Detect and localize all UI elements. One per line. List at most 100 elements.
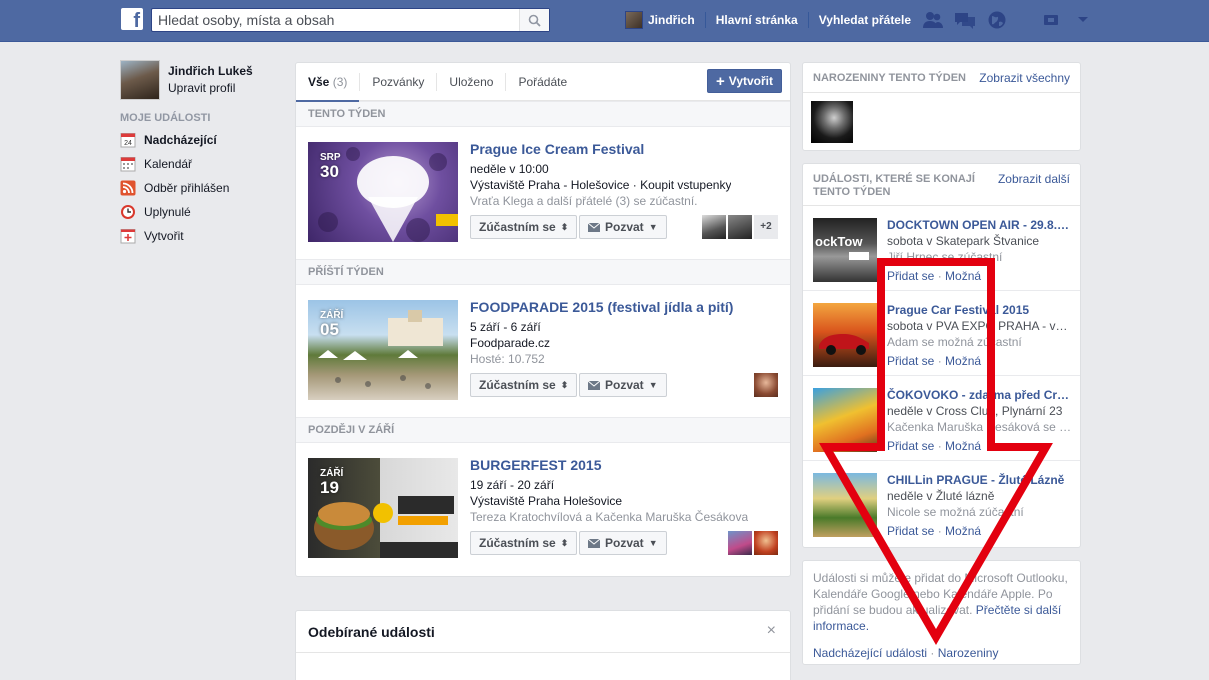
maybe-link[interactable]: Možná: [945, 354, 981, 368]
notifications-globe-icon[interactable]: [986, 9, 1008, 31]
friends-going: +2: [702, 215, 778, 239]
section-heading-next-week: PŘÍŠTÍ TÝDEN: [296, 259, 790, 285]
updown-caret-icon: ⬍: [560, 537, 569, 548]
tab-invitations[interactable]: Pozvánky: [360, 63, 436, 100]
going-button[interactable]: Zúčastním se ⬍: [470, 531, 578, 555]
event-location: Výstaviště Praha Holešovice: [470, 494, 623, 508]
sidebar-item-label: Vytvořit: [144, 229, 184, 243]
event-title[interactable]: FOODPARADE 2015 (festival jídla a pití): [470, 299, 733, 315]
profile-picture[interactable]: [120, 60, 160, 100]
calendar-export-info: Události si můžete přidat do Microsoft O…: [802, 560, 1081, 665]
event-image[interactable]: ZÁŘÍ 05: [308, 300, 458, 400]
account-menu-chevron-icon[interactable]: [1072, 9, 1094, 31]
event-actions: Přidat se · Možná: [887, 269, 982, 283]
event-title[interactable]: Prague Car Festival 2015: [887, 303, 1073, 317]
friend-avatar[interactable]: [728, 215, 752, 239]
events-this-week-card: UDÁLOSTI, KTERÉ SE KONAJÍ TENTO TÝDEN Zo…: [802, 163, 1081, 548]
calendar-day-icon: 24: [120, 133, 136, 148]
messages-icon[interactable]: [954, 9, 976, 31]
profile-link[interactable]: Jindřich: [648, 13, 705, 27]
suggested-event: Prague Car Festival 2015 sobota v PVA EX…: [803, 291, 1080, 376]
search-input[interactable]: [152, 9, 512, 31]
friend-requests-icon[interactable]: [922, 9, 944, 31]
friends-going: [728, 531, 778, 555]
tab-saved[interactable]: Uloženo: [437, 63, 505, 100]
going-button[interactable]: Zúčastním se ⬍: [470, 215, 578, 239]
sidebar-item-create[interactable]: Vytvořit: [120, 228, 290, 244]
event-time: 5 září - 6 září: [470, 320, 541, 334]
event-details: sobota v Skatepark Štvanice: [887, 234, 1040, 248]
rss-icon: [120, 180, 136, 196]
envelope-icon: [588, 380, 600, 390]
event-social-context: Vraťa Klega a další přátelé (3) se zúčas…: [470, 194, 698, 208]
event-title[interactable]: DOCKTOWN OPEN AIR - 29.8.2015: [887, 218, 1073, 232]
join-link[interactable]: Přidat se: [887, 354, 934, 368]
event-thumbnail[interactable]: [813, 303, 877, 367]
invite-button[interactable]: Pozvat ▼: [579, 215, 667, 239]
search-box: [151, 8, 550, 32]
sidebar-item-past[interactable]: Uplynulé: [120, 204, 290, 220]
friend-avatar[interactable]: [754, 531, 778, 555]
close-icon[interactable]: ×: [767, 622, 776, 640]
friend-avatar[interactable]: [728, 531, 752, 555]
sidebar-item-subscriptions[interactable]: Odběr přihlášen: [120, 180, 290, 196]
invite-button[interactable]: Pozvat ▼: [579, 373, 667, 397]
event-title[interactable]: ČOKOVOKO - zdarma před Cross: [887, 388, 1073, 402]
birthday-friend-avatar[interactable]: [811, 101, 853, 143]
svg-text:24: 24: [124, 140, 132, 147]
friend-avatar[interactable]: [702, 215, 726, 239]
sidebar-item-label: Uplynulé: [144, 205, 191, 219]
search-button[interactable]: [519, 9, 549, 31]
event-title[interactable]: CHILLin PRAGUE - Žluté Lázně: [887, 473, 1073, 487]
home-link[interactable]: Hlavní stránka: [716, 13, 808, 27]
more-friends-count[interactable]: +2: [754, 215, 778, 239]
event-social-context: Nicole se možná zúčastní: [887, 505, 1024, 519]
see-all-birthdays-link[interactable]: Zobrazit všechny: [979, 63, 1070, 93]
event-title[interactable]: BURGERFEST 2015: [470, 457, 601, 473]
tab-hosting[interactable]: Pořádáte: [506, 63, 579, 100]
event-details: sobota v PVA EXPO PRAHA - výstaviště: [887, 319, 1073, 333]
event-thumbnail[interactable]: [813, 473, 877, 537]
maybe-link[interactable]: Možná: [945, 524, 981, 538]
birthdays-export-link[interactable]: Narozeniny: [938, 646, 999, 660]
facebook-logo[interactable]: f: [121, 8, 143, 32]
svg-text:ockTow: ockTow: [815, 234, 863, 249]
clock-icon: [121, 205, 135, 219]
top-nav: Jindřich Hlavní stránka Vyhledat přátele: [625, 0, 921, 40]
event-image[interactable]: SRP 30: [308, 142, 458, 242]
maybe-link[interactable]: Možná: [945, 269, 981, 283]
join-link[interactable]: Přidat se: [887, 439, 934, 453]
see-more-events-link[interactable]: Zobrazit další: [998, 173, 1070, 186]
suggested-event: CHILLin PRAGUE - Žluté Lázně neděle v Žl…: [803, 461, 1080, 546]
find-friends-link[interactable]: Vyhledat přátele: [819, 13, 921, 27]
user-avatar[interactable]: [625, 11, 643, 29]
upcoming-events-export-link[interactable]: Nadcházející události: [813, 646, 927, 660]
nav-icons: [922, 9, 1094, 31]
maybe-link[interactable]: Možná: [945, 439, 981, 453]
edit-profile-link[interactable]: Upravit profil: [168, 81, 253, 95]
sidebar-item-calendar[interactable]: Kalendář: [120, 156, 290, 172]
nav-divider: [807, 12, 809, 28]
invite-button[interactable]: Pozvat ▼: [579, 531, 667, 555]
followed-events-title: Odebírané události: [296, 611, 790, 653]
event-thumbnail[interactable]: [813, 388, 877, 452]
going-button[interactable]: Zúčastním se ⬍: [470, 373, 578, 397]
join-link[interactable]: Přidat se: [887, 524, 934, 538]
plus-icon: [120, 229, 136, 244]
tab-all[interactable]: Vše (3): [296, 63, 360, 102]
calendar-icon: [120, 157, 136, 172]
event-thumbnail[interactable]: ockTow: [813, 218, 877, 282]
suggested-event: ockTow DOCKTOWN OPEN AIR - 29.8.2015 sob…: [803, 206, 1080, 291]
event-social-context: Tereza Kratochvílová a Kačenka Maruška Č…: [470, 510, 749, 524]
followed-events-card: Odebírané události ×: [295, 610, 791, 680]
privacy-shortcuts-icon[interactable]: [1040, 9, 1062, 31]
section-heading-this-week: TENTO TÝDEN: [296, 101, 790, 127]
event-title[interactable]: Prague Ice Cream Festival: [470, 141, 644, 157]
create-event-button[interactable]: + Vytvořit: [707, 69, 782, 93]
profile-name[interactable]: Jindřich Lukeš: [168, 64, 253, 78]
join-link[interactable]: Přidat se: [887, 269, 934, 283]
friend-avatar[interactable]: [754, 373, 778, 397]
event-image[interactable]: ZÁŘÍ 19: [308, 458, 458, 558]
sidebar-item-upcoming[interactable]: 24 Nadcházející: [120, 132, 290, 148]
red-car-image: [819, 334, 869, 355]
